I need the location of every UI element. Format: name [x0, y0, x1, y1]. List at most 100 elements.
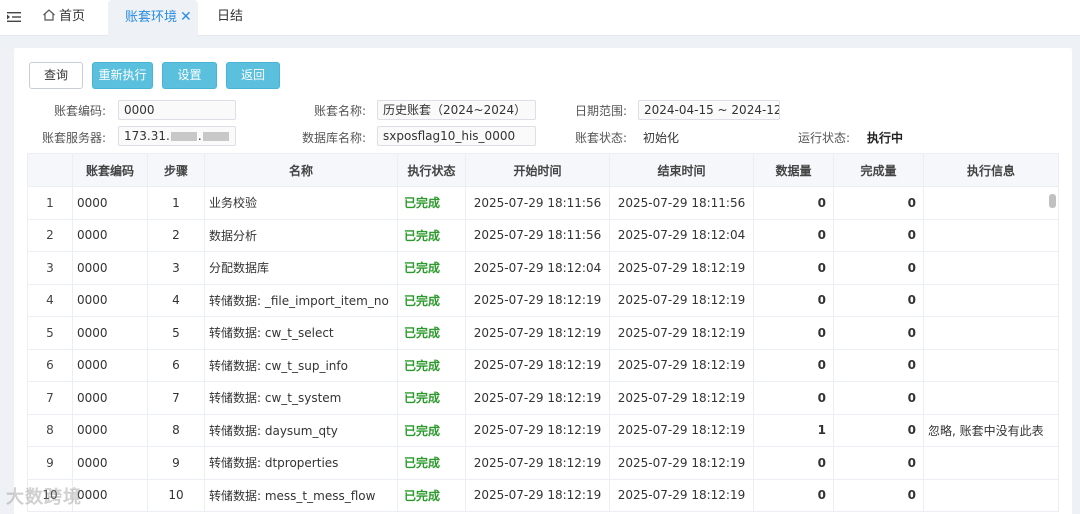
table-row[interactable]: 2 0000 2 数据分析 已完成 2025-07-29 18:11:56 2025-07-… — [27, 218, 1059, 252]
cell-info — [923, 316, 1059, 350]
cell-name: 转储数据: mess_t_mess_flow — [204, 478, 398, 512]
date-range-field[interactable]: 2024-04-15 ~ 2024-12-3 — [638, 100, 780, 120]
database-name-label: 数据库名称: — [302, 131, 367, 145]
cell-name: 转储数据: cw_t_sup_info — [204, 348, 398, 382]
cell-step: 6 — [147, 348, 205, 382]
server-field[interactable]: 173.31.. — [118, 126, 236, 146]
cell-step: 10 — [147, 478, 205, 512]
col-header-info[interactable]: 执行信息 — [923, 153, 1059, 187]
run-status-value: 执行中 — [867, 131, 904, 145]
cell-status: 已完成 — [397, 413, 466, 447]
row-index: 5 — [27, 316, 73, 350]
col-header-start[interactable]: 开始时间 — [465, 153, 610, 187]
cell-end-time: 2025-07-29 18:12:19 — [609, 316, 754, 350]
cell-start-time: 2025-07-29 18:12:04 — [465, 251, 610, 285]
cell-name: 分配数据库 — [204, 251, 398, 285]
cell-data-count: 0 — [753, 283, 834, 317]
cell-status: 已完成 — [397, 218, 466, 252]
rerun-button[interactable]: 重新执行 — [92, 62, 153, 89]
settings-button[interactable]: 设置 — [162, 62, 217, 89]
table-row[interactable]: 1 0000 1 业务校验 已完成 2025-07-29 18:11:56 2025-07-… — [27, 186, 1059, 220]
cell-name: 转储数据: daysum_qty — [204, 413, 398, 447]
cell-step: 9 — [147, 446, 205, 480]
cell-status: 已完成 — [397, 316, 466, 350]
col-header-index — [27, 153, 73, 187]
cell-code: 0000 — [72, 251, 148, 285]
col-header-data[interactable]: 数据量 — [753, 153, 834, 187]
cell-end-time: 2025-07-29 18:12:19 — [609, 478, 754, 512]
col-header-name[interactable]: 名称 — [204, 153, 398, 187]
table-row[interactable]: 5 0000 5 转储数据: cw_t_select 已完成 2025-07-29 18:… — [27, 316, 1059, 350]
account-code-field[interactable]: 0000 — [118, 100, 236, 120]
back-button[interactable]: 返回 — [226, 62, 280, 89]
cell-step: 3 — [147, 251, 205, 285]
date-range-label: 日期范围: — [575, 104, 628, 118]
cell-start-time: 2025-07-29 18:12:19 — [465, 446, 610, 480]
cell-step: 4 — [147, 283, 205, 317]
cell-start-time: 2025-07-29 18:11:56 — [465, 186, 610, 220]
menu-toggle-icon[interactable] — [7, 10, 21, 24]
cell-step: 2 — [147, 218, 205, 252]
database-name-field[interactable]: sxposflag10_his_0000 — [377, 126, 536, 146]
col-header-status[interactable]: 执行状态 — [397, 153, 466, 187]
table-row[interactable]: 3 0000 3 分配数据库 已完成 2025-07-29 18:12:04 2025-07… — [27, 251, 1059, 285]
cell-data-count: 0 — [753, 446, 834, 480]
table-row[interactable]: 4 0000 4 转储数据: _file_import_item_no 已完成 2025-… — [27, 283, 1059, 317]
table-scrollbar[interactable] — [1049, 194, 1056, 208]
account-code-label: 账套编码: — [54, 104, 107, 118]
table-row[interactable]: 9 0000 9 转储数据: dtproperties 已完成 2025-07-29 18… — [27, 446, 1059, 480]
query-button[interactable]: 查询 — [29, 62, 83, 89]
tab-bar: 首页 账套环境 ✕ 日结 — [0, 0, 1080, 36]
tab-account-env[interactable]: 账套环境 ✕ — [108, 0, 198, 36]
table-header-row: 账套编码 步骤 名称 执行状态 开始时间 结束时间 数据量 完成量 执行信息 — [27, 153, 1059, 187]
cell-data-count: 0 — [753, 218, 834, 252]
tab-home[interactable]: 首页 — [42, 0, 85, 36]
cell-code: 0000 — [72, 348, 148, 382]
cell-info — [923, 251, 1059, 285]
cell-start-time: 2025-07-29 18:12:19 — [465, 478, 610, 512]
cell-data-count: 0 — [753, 381, 834, 415]
col-header-step[interactable]: 步骤 — [147, 153, 205, 187]
cell-info — [923, 348, 1059, 382]
cell-start-time: 2025-07-29 18:12:19 — [465, 283, 610, 317]
cell-status: 已完成 — [397, 446, 466, 480]
cell-start-time: 2025-07-29 18:12:19 — [465, 348, 610, 382]
close-icon[interactable]: ✕ — [180, 0, 192, 34]
home-icon — [42, 2, 56, 21]
cell-step: 1 — [147, 186, 205, 220]
cell-name: 业务校验 — [204, 186, 398, 220]
account-name-field[interactable]: 历史账套（2024~2024） — [377, 100, 536, 120]
table-row[interactable]: 10 0000 10 转储数据: mess_t_mess_flow 已完成 2025-07… — [27, 478, 1059, 512]
table-row[interactable]: 7 0000 7 转储数据: cw_t_system 已完成 2025-07-29 18:… — [27, 381, 1059, 415]
masked-segment — [170, 132, 197, 141]
tab-daily[interactable]: 日结 — [217, 0, 243, 36]
row-index: 8 — [27, 413, 73, 447]
main-panel: 查询 重新执行 设置 返回 账套编码: 0000 账套名称: 历史账套（2024… — [14, 48, 1072, 514]
table-row[interactable]: 6 0000 6 转储数据: cw_t_sup_info 已完成 2025-07-29 1… — [27, 348, 1059, 382]
cell-done-count: 0 — [833, 348, 924, 382]
col-header-code[interactable]: 账套编码 — [72, 153, 148, 187]
cell-data-count: 1 — [753, 413, 834, 447]
col-header-done[interactable]: 完成量 — [833, 153, 924, 187]
cell-end-time: 2025-07-29 18:12:19 — [609, 283, 754, 317]
cell-info — [923, 283, 1059, 317]
cell-status: 已完成 — [397, 348, 466, 382]
cell-code: 0000 — [72, 316, 148, 350]
tab-daily-label: 日结 — [217, 9, 244, 24]
cell-start-time: 2025-07-29 18:12:19 — [465, 381, 610, 415]
col-header-end[interactable]: 结束时间 — [609, 153, 754, 187]
cell-data-count: 0 — [753, 478, 834, 512]
cell-code: 0000 — [72, 283, 148, 317]
cell-info: 忽略, 账套中没有此表 — [923, 413, 1059, 447]
cell-status: 已完成 — [397, 381, 466, 415]
steps-table: 账套编码 步骤 名称 执行状态 开始时间 结束时间 数据量 完成量 执行信息 1… — [27, 153, 1059, 512]
table-row[interactable]: 8 0000 8 转储数据: daysum_qty 已完成 2025-07-29 18:1… — [27, 413, 1059, 447]
tab-home-label: 首页 — [59, 9, 86, 24]
cell-info — [923, 381, 1059, 415]
row-index: 7 — [27, 381, 73, 415]
cell-end-time: 2025-07-29 18:11:56 — [609, 186, 754, 220]
row-index: 9 — [27, 446, 73, 480]
cell-step: 7 — [147, 381, 205, 415]
cell-done-count: 0 — [833, 316, 924, 350]
cell-done-count: 0 — [833, 446, 924, 480]
